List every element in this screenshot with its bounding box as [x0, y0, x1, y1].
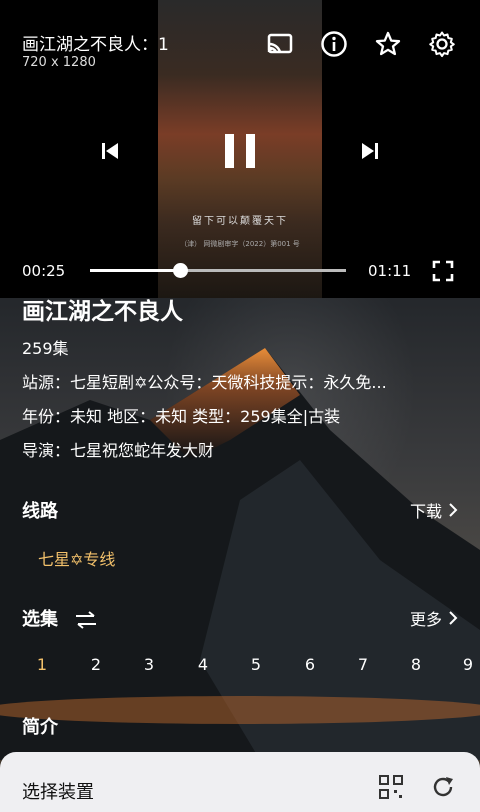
- star-icon[interactable]: [372, 28, 404, 60]
- video-resolution: 720 x 1280: [22, 55, 96, 70]
- director-info: 导演：七星祝您蛇年发大财: [22, 441, 215, 460]
- info-icon[interactable]: [318, 28, 350, 60]
- episode-item[interactable]: 4: [193, 655, 213, 674]
- pause-icon[interactable]: [222, 132, 258, 174]
- episode-item[interactable]: 2: [86, 655, 106, 674]
- episode-item[interactable]: 1: [32, 655, 52, 674]
- episode-item[interactable]: 5: [246, 655, 266, 674]
- chevron-right-icon: [449, 503, 458, 517]
- episode-item[interactable]: 6: [300, 655, 320, 674]
- show-title: 画江湖之不良人: [22, 299, 183, 325]
- episode-item[interactable]: 9: [458, 655, 478, 674]
- episode-item[interactable]: 7: [353, 655, 373, 674]
- download-button[interactable]: 下载: [410, 498, 458, 522]
- player-title: 画江湖之不良人：1: [22, 35, 169, 55]
- seek-bar[interactable]: [90, 263, 346, 278]
- episodes-heading-wrap: 选集: [22, 605, 98, 631]
- video-player[interactable]: 留下可以颠覆天下 （津） 网微剧审字（2022）第001 号 画江湖之不良人：1…: [0, 0, 480, 298]
- show-details: 画江湖之不良人 259集 站源：七星短剧✡公众号：天微科技提示：永久免... 年…: [22, 297, 462, 461]
- episodes-count: 259集: [22, 339, 69, 358]
- previous-icon[interactable]: [100, 141, 120, 165]
- next-icon[interactable]: [360, 141, 380, 165]
- episodes-heading: 选集: [22, 609, 58, 630]
- video-subtitle: 留下可以颠覆天下: [192, 216, 288, 227]
- route-item[interactable]: 七星✡专线: [38, 546, 115, 570]
- cast-icon[interactable]: [264, 28, 296, 60]
- chevron-right-icon: [449, 611, 458, 625]
- more-episodes-button[interactable]: 更多: [410, 606, 458, 630]
- swap-order-icon[interactable]: [74, 611, 98, 629]
- device-picker-title: 选择装置: [22, 782, 94, 803]
- current-time: 00:25: [22, 262, 66, 280]
- video-license-text: （津） 网微剧审字（2022）第001 号: [180, 240, 300, 248]
- intro-heading: 简介: [22, 717, 58, 738]
- episode-list: 1 2 3 4 5 6 7 8 9: [0, 655, 480, 677]
- download-label: 下载: [409, 502, 442, 521]
- more-label: 更多: [409, 610, 442, 629]
- total-time: 01:11: [368, 262, 412, 280]
- device-picker-sheet: 选择装置: [0, 752, 480, 812]
- seek-thumb[interactable]: [172, 263, 188, 278]
- fullscreen-icon[interactable]: [432, 260, 454, 286]
- route-heading: 线路: [22, 501, 58, 522]
- meta-info: 年份：未知 地区：未知 类型：259集全|古装: [22, 407, 341, 426]
- episode-item[interactable]: 3: [139, 655, 159, 674]
- settings-icon[interactable]: [426, 28, 458, 60]
- episode-item[interactable]: 8: [406, 655, 426, 674]
- source-info: 站源：七星短剧✡公众号：天微科技提示：永久免...: [22, 373, 387, 392]
- seek-progress: [90, 269, 180, 272]
